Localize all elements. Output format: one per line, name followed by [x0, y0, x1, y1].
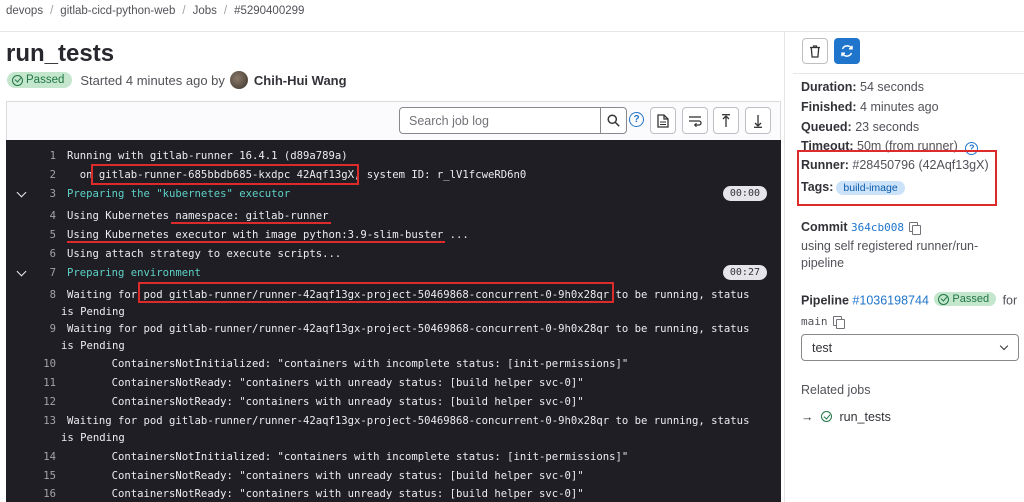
wrap-lines-button[interactable]: [682, 107, 708, 134]
trash-icon: [810, 44, 820, 58]
commit-message: using self registered runner/run-: [801, 239, 979, 253]
erase-log-button[interactable]: [802, 38, 828, 64]
avatar[interactable]: [229, 71, 248, 89]
finished-row: Finished: 4 minutes ago: [801, 100, 939, 114]
arrow-right-icon: →: [801, 410, 814, 424]
related-job-item[interactable]: → run_tests: [801, 410, 891, 424]
search-box: [399, 107, 627, 134]
status-badge-label: Passed: [26, 74, 65, 86]
branch-row: main: [801, 314, 845, 329]
log-line: 16 ContainersNotReady: "containers with …: [43, 488, 584, 500]
wrap-lines-icon: [689, 115, 702, 127]
search-icon: [607, 114, 620, 127]
job-sidebar: Duration: 54 seconds Finished: 4 minutes…: [784, 32, 1024, 502]
breadcrumb-separator: /: [223, 5, 228, 17]
job-meta: Passed Started 4 minutes ago by Chih-Hui…: [7, 71, 347, 89]
stage-select[interactable]: test: [801, 334, 1019, 361]
scroll-top-button[interactable]: [713, 107, 739, 134]
pipeline-status-badge[interactable]: Passed: [934, 292, 997, 306]
pipeline-link[interactable]: #1036198744: [852, 294, 928, 308]
page-title: run_tests: [6, 40, 115, 67]
runner-highlight: [797, 150, 997, 206]
log-section-header[interactable]: 3 Preparing the "kubernetes" executor 00:0…: [6, 185, 781, 204]
search-button[interactable]: [600, 108, 626, 133]
search-input[interactable]: [400, 108, 600, 133]
log-line: 1 Running with gitlab-runner 16.4.1 (d89a…: [49, 150, 348, 162]
log-line: 14 ContainersNotInitialized: "containers…: [43, 451, 629, 463]
log-line: 12 ContainersNotReady: "containers with …: [43, 396, 584, 408]
commit-row: Commit 364cb008: [801, 220, 921, 235]
commit-message-cont: pipeline: [801, 256, 845, 270]
section-duration-badge: 00:00: [722, 186, 767, 201]
duration-row: Duration: 54 seconds: [801, 80, 924, 94]
raw-log-button[interactable]: [650, 107, 676, 134]
breadcrumb: devops / gitlab-cicd-python-web / Jobs / #5…: [6, 5, 304, 17]
log-line: 4 Using Kubernetes namespace: gitlab-runn…: [49, 210, 329, 222]
job-log[interactable]: 1 Running with gitlab-runner 16.4.1 (d89a…: [6, 140, 781, 502]
user-name-link[interactable]: Chih-Hui Wang: [254, 73, 347, 88]
scroll-top-icon: [722, 113, 730, 127]
log-line: 2 on gitlab-runner-685bbdb685-kxdpc 42Aq…: [49, 169, 527, 181]
help-icon[interactable]: ?: [629, 112, 644, 127]
status-badge[interactable]: Passed: [7, 72, 73, 88]
commit-sha-link[interactable]: 364cb008: [851, 221, 904, 234]
breadcrumb-item-group[interactable]: devops: [6, 5, 43, 17]
check-circle-icon: [938, 293, 950, 305]
namespace-underline: [171, 222, 331, 224]
related-jobs-label: Related jobs: [801, 383, 871, 397]
log-line: 10 ContainersNotInitialized: "containers…: [43, 358, 629, 370]
image-underline: [67, 241, 445, 243]
breadcrumb-separator: /: [182, 5, 186, 17]
sidebar-divider: [793, 73, 1024, 74]
pipeline-row: Pipeline #1036198744 Passed for: [801, 292, 1018, 308]
chevron-down-icon: [999, 341, 1009, 351]
started-text: Started 4 minutes ago by: [80, 72, 225, 88]
log-line: 15 ContainersNotReady: "containers with …: [43, 470, 584, 482]
log-line-wrap: is Pending: [61, 340, 125, 352]
queued-row: Queued: 23 seconds: [801, 120, 920, 134]
copy-icon[interactable]: [909, 222, 921, 235]
log-line: 11 ContainersNotReady: "containers with …: [43, 377, 584, 389]
scroll-bottom-icon: [754, 114, 762, 128]
check-circle-icon: [820, 411, 832, 422]
copy-icon[interactable]: [832, 316, 845, 329]
branch-name[interactable]: main: [801, 315, 828, 328]
log-line-wrap: is Pending: [61, 432, 125, 444]
breadcrumb-item-project[interactable]: gitlab-cicd-python-web: [60, 5, 175, 17]
breadcrumb-item-job-id[interactable]: #5290400299: [234, 5, 304, 17]
log-toolbar: ?: [6, 101, 781, 140]
log-section-header[interactable]: 7 Preparing environment 00:27: [6, 264, 781, 283]
retry-button[interactable]: [834, 38, 860, 64]
breadcrumb-item-jobs[interactable]: Jobs: [193, 5, 217, 17]
scroll-bottom-button[interactable]: [745, 107, 771, 134]
log-line: 6 Using attach strategy to execute script…: [49, 248, 342, 260]
raw-log-icon: [657, 113, 669, 128]
retry-icon: [841, 45, 853, 57]
check-circle-icon: [12, 74, 23, 86]
breadcrumb-separator: /: [50, 5, 54, 17]
section-duration-badge: 00:27: [722, 265, 767, 280]
